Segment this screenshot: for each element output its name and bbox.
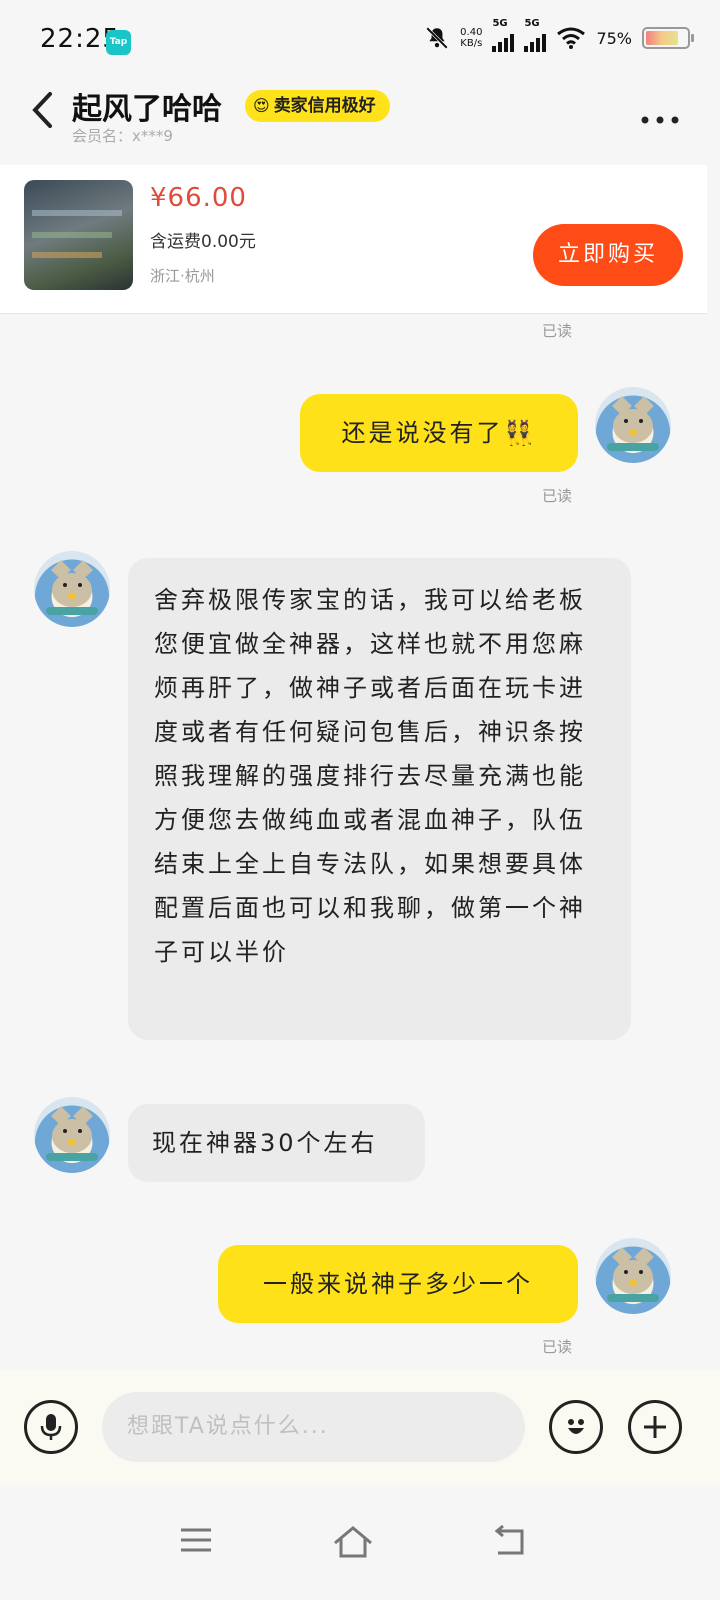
message-text: 还是说没有了: [341, 419, 504, 447]
message-bubble-theirs[interactable]: 现在神器30个左右: [128, 1104, 425, 1182]
home-nav-icon[interactable]: [332, 1525, 372, 1561]
voice-input-button[interactable]: [24, 1400, 78, 1454]
more-options-icon[interactable]: [640, 98, 680, 133]
system-nav-bar: [0, 1485, 720, 1600]
wifi-icon: [557, 27, 586, 49]
message-input[interactable]: 想跟TA说点什么...: [102, 1392, 525, 1462]
message-text: 现在神器30个左右: [152, 1129, 378, 1157]
product-card[interactable]: ¥66.00 含运费0.00元 浙江·杭州 立即购买: [0, 165, 707, 314]
read-receipt: 已读: [542, 1338, 573, 1356]
tap-app-icon: Tap: [106, 30, 131, 55]
message-input-bar: 想跟TA说点什么...: [0, 1370, 720, 1485]
message-bubble-mine[interactable]: 还是说没有了👯: [300, 394, 578, 472]
seller-location: 浙江·杭州: [150, 267, 215, 285]
contact-name: 起风了哈哈: [72, 92, 222, 127]
back-nav-icon[interactable]: [492, 1524, 532, 1561]
microphone-icon: [40, 1414, 62, 1440]
credit-badge-label: 卖家信用极好: [273, 96, 376, 116]
plus-icon: [644, 1416, 666, 1438]
my-avatar[interactable]: [595, 387, 671, 463]
member-name: 会员名：x***9: [72, 127, 173, 145]
signal-5g-icon: 5G: [492, 18, 515, 52]
back-icon[interactable]: [30, 90, 54, 138]
battery-percent: 75%: [596, 28, 632, 48]
seller-credit-badge: 😍 卖家信用极好: [245, 90, 390, 122]
chat-header: 起风了哈哈 😍 卖家信用极好 会员名：x***9: [0, 70, 720, 160]
message-text: 舍弃极限传家宝的话，我可以给老板您便宜做全神器，这样也就不用您麻烦再肝了，做神子…: [154, 586, 586, 966]
message-text: 一般来说神子多少一个: [263, 1270, 533, 1298]
seller-avatar[interactable]: [34, 1097, 110, 1173]
read-receipt: 已读: [542, 487, 573, 505]
message-bubble-mine[interactable]: 一般来说神子多少一个: [218, 1245, 578, 1323]
signal-5g-icon-2: 5G: [524, 18, 547, 52]
status-bar: 22:25 Tap 0.40 KB/s 5G 5G 75%: [0, 0, 720, 70]
status-icons: 0.40 KB/s 5G 5G 75%: [424, 18, 694, 52]
menu-nav-icon[interactable]: [178, 1525, 218, 1561]
buy-now-button[interactable]: 立即购买: [533, 224, 683, 286]
net-speed: 0.40 KB/s: [460, 27, 483, 49]
my-avatar[interactable]: [595, 1238, 671, 1314]
shipping-fee: 含运费0.00元: [150, 232, 256, 252]
emoji-button[interactable]: [549, 1400, 603, 1454]
product-price: ¥66.00: [150, 183, 247, 213]
smiley-icon: [568, 1419, 584, 1434]
product-thumbnail[interactable]: [24, 180, 133, 290]
message-bubble-theirs[interactable]: 舍弃极限传家宝的话，我可以给老板您便宜做全神器，这样也就不用您麻烦再肝了，做神子…: [128, 558, 631, 1040]
mute-bell-icon: [426, 27, 449, 49]
more-actions-button[interactable]: [628, 1400, 682, 1454]
dancing-emoji-icon: 👯: [503, 419, 537, 447]
battery-icon: [642, 27, 694, 49]
heart-eyes-emoji-icon: 😍: [253, 96, 270, 115]
seller-avatar[interactable]: [34, 551, 110, 627]
read-receipt: 已读: [542, 322, 573, 340]
